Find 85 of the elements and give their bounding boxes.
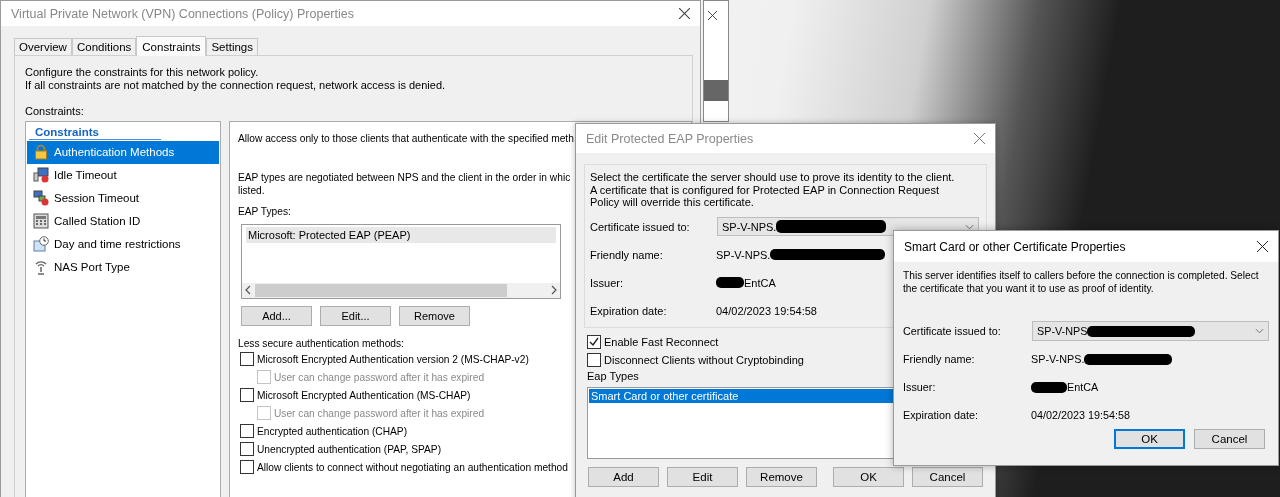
certificate-dropdown[interactable]: SP-V-NPS. bbox=[717, 217, 979, 236]
checkbox[interactable] bbox=[240, 442, 254, 456]
dialog-button[interactable]: Remove bbox=[746, 466, 817, 487]
description-text: Configure the constraints for this network policy. bbox=[25, 66, 260, 79]
redaction-mark bbox=[1031, 381, 1067, 393]
chevron-down-icon bbox=[965, 223, 974, 230]
certificate-dropdown[interactable]: SP-V-NPS bbox=[1032, 321, 1269, 341]
tab[interactable]: Settings bbox=[206, 38, 258, 55]
description-text: EAP types are negotiated between NPS and the client in the order in whic bbox=[238, 172, 571, 185]
description-text: This server identifies itself to callers before the connection is completed. Select bbox=[903, 270, 1259, 283]
window-title: Smart Card or other Certificate Properties bbox=[904, 239, 1126, 254]
checkbox-label[interactable]: Encrypted authentication (CHAP) bbox=[257, 425, 408, 437]
window-title: Edit Protected EAP Properties bbox=[586, 131, 754, 146]
field-label: Expiration date: bbox=[590, 304, 668, 317]
field-value: EntCA bbox=[744, 276, 776, 289]
scroll-right-icon[interactable] bbox=[551, 285, 557, 295]
scroll-left-icon[interactable] bbox=[245, 285, 251, 295]
list-label: Eap Types bbox=[587, 370, 639, 383]
sidebar-item[interactable]: Called Station ID bbox=[27, 209, 219, 233]
checkbox-label[interactable]: Unencrypted authentication (PAP, SPAP) bbox=[257, 443, 442, 455]
dialog-button[interactable]: Edit bbox=[667, 466, 738, 487]
section-label: Constraints: bbox=[25, 105, 85, 118]
checkbox[interactable] bbox=[240, 424, 254, 438]
checkbox-label[interactable]: Microsoft Encrypted Authentication version 2 (MS-CHAP-v2) bbox=[257, 353, 529, 365]
checkbox[interactable] bbox=[240, 352, 254, 366]
close-icon[interactable] bbox=[708, 11, 717, 20]
chevron-down-icon bbox=[1255, 328, 1264, 334]
network-icon bbox=[33, 190, 49, 206]
horizontal-scrollbar[interactable] bbox=[242, 282, 560, 298]
sidebar-heading: Constraints bbox=[29, 123, 161, 140]
antenna-icon bbox=[33, 259, 49, 275]
description-text: Select the certificate the server should use to prove its identity to the client. bbox=[590, 171, 955, 184]
redaction-mark bbox=[716, 277, 744, 288]
field-label: Friendly name: bbox=[590, 248, 664, 261]
dialog-button[interactable]: OK bbox=[1114, 429, 1185, 449]
close-icon[interactable] bbox=[1257, 241, 1268, 252]
dialog-button[interactable]: Cancel bbox=[912, 466, 983, 487]
window-title: Virtual Private Network (VPN) Connections (Policy) Properties bbox=[11, 6, 354, 21]
tab[interactable]: Constraints bbox=[136, 36, 207, 56]
dialog-button[interactable]: Add... bbox=[241, 305, 312, 326]
field-label: Expiration date: bbox=[903, 409, 980, 421]
checkbox[interactable] bbox=[587, 353, 601, 367]
sidebar-item[interactable]: Day and time restrictions bbox=[27, 232, 219, 256]
close-icon[interactable] bbox=[679, 8, 690, 19]
description-text: If all constraints are not matched by the connection request, network access is denied. bbox=[25, 78, 447, 91]
field-label: Friendly name: bbox=[903, 353, 976, 365]
sidebar-item[interactable]: Idle Timeout bbox=[27, 163, 219, 187]
computer-icon bbox=[33, 167, 49, 183]
dialog-button[interactable]: Edit... bbox=[320, 305, 391, 326]
dialog-button[interactable]: OK bbox=[833, 466, 904, 487]
sidebar-item[interactable]: Session Timeout bbox=[27, 186, 219, 210]
checkbox-label[interactable]: Microsoft Encrypted Authentication (MS-CHAP) bbox=[257, 389, 471, 401]
calendar-clock-icon bbox=[33, 236, 49, 252]
description-text: A certificate that is configured for Protected EAP in Connection Request bbox=[590, 183, 939, 196]
dialog-button[interactable]: Cancel bbox=[1194, 429, 1265, 449]
checkbox-label[interactable]: Disconnect Clients without Cryptobinding bbox=[604, 354, 804, 366]
field-label: Certificate issued to: bbox=[590, 220, 691, 233]
tab[interactable]: Conditions bbox=[71, 38, 137, 55]
tab[interactable]: Overview bbox=[14, 38, 72, 55]
dialog-button[interactable]: Add bbox=[588, 466, 659, 487]
checkbox-label[interactable]: Allow clients to connect without negotiating an authentication method bbox=[257, 461, 568, 473]
field-label: Certificate issued to: bbox=[903, 325, 1002, 337]
padlock-icon bbox=[33, 144, 49, 160]
field-value: 04/02/2023 19:54:58 bbox=[716, 304, 817, 317]
field-value: SP-V-NPS. bbox=[716, 248, 771, 261]
field-value: 04/02/2023 19:54:58 bbox=[1031, 409, 1131, 421]
checkbox[interactable] bbox=[240, 460, 254, 474]
dialog-button[interactable]: Remove bbox=[399, 305, 470, 326]
checkbox[interactable] bbox=[240, 388, 254, 402]
field-value: SP-V-NPS. bbox=[1031, 353, 1085, 365]
sidebar-item[interactable]: NAS Port Type bbox=[27, 255, 219, 279]
dark-bar bbox=[704, 80, 728, 101]
description-text: Allow access only to those clients that authenticate with the specified meth bbox=[238, 132, 574, 145]
list-label: EAP Types: bbox=[238, 206, 291, 219]
sidebar-item[interactable]: Authentication Methods bbox=[27, 140, 219, 164]
list-item[interactable]: Microsoft: Protected EAP (PEAP) bbox=[246, 226, 556, 243]
description-text: Policy will override this certificate. bbox=[590, 196, 754, 209]
section-label: Less secure authentication methods: bbox=[238, 337, 404, 350]
field-label: Issuer: bbox=[590, 276, 624, 289]
field-value: EntCA bbox=[1067, 381, 1099, 393]
description-text: listed. bbox=[238, 184, 265, 197]
checkbox[interactable] bbox=[587, 335, 601, 349]
checkbox-label[interactable]: Enable Fast Reconnect bbox=[604, 336, 719, 348]
scrollbar-thumb[interactable] bbox=[255, 283, 507, 297]
description-text: the certificate that you want it to use as proof of identity. bbox=[903, 282, 1154, 295]
